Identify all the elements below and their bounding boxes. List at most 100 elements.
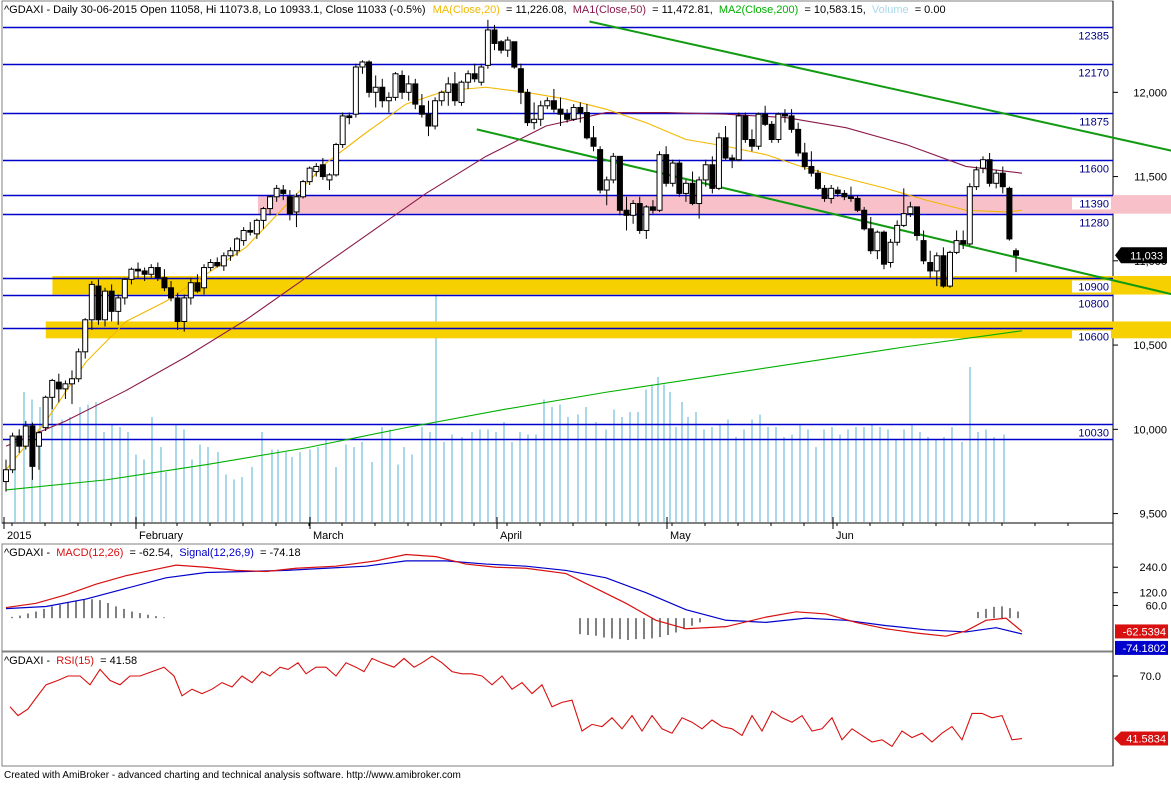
down-candle	[960, 240, 967, 245]
up-candle	[630, 203, 637, 216]
up-candle	[3, 469, 9, 483]
down-candle	[418, 105, 425, 115]
volume-bar	[87, 404, 89, 522]
volume-bar	[759, 414, 761, 522]
level-label: 12385	[1078, 31, 1109, 43]
volume-bar	[681, 402, 683, 522]
volume-bar	[775, 427, 777, 522]
down-candle	[451, 83, 458, 102]
up-candle	[240, 229, 247, 242]
down-candle	[379, 86, 386, 102]
volume-bar	[151, 417, 153, 522]
volume-bar	[687, 417, 689, 522]
volume-bar	[403, 447, 405, 522]
last-price-label: 11,033	[1130, 250, 1163, 262]
up-candle	[306, 167, 313, 183]
volume-bar	[863, 427, 865, 522]
header-ma20-value: = 11,226.08,	[506, 4, 567, 16]
level-label: 12170	[1078, 68, 1109, 80]
volume-bar	[577, 414, 579, 522]
level-label: 11600	[1079, 164, 1109, 176]
down-candle	[861, 209, 868, 230]
down-candle	[29, 425, 36, 467]
volume-bar	[855, 427, 857, 522]
up-candle	[907, 206, 914, 215]
macd-header-label: MACD(12,26)	[56, 547, 123, 559]
volume-bar	[977, 432, 979, 522]
volume-bar	[443, 442, 445, 522]
up-candle	[333, 144, 340, 176]
up-candle	[234, 238, 241, 252]
down-candle	[564, 113, 571, 120]
down-candle	[498, 41, 505, 51]
down-candle	[557, 108, 564, 115]
down-candle	[986, 159, 993, 184]
up-candle	[69, 378, 76, 385]
down-candle	[742, 115, 749, 140]
down-candle	[781, 113, 788, 117]
up-candle	[42, 396, 49, 429]
price-tick-label: 12,000	[1133, 87, 1167, 99]
down-candle	[795, 128, 802, 154]
up-candle	[372, 86, 379, 93]
down-candle	[194, 282, 201, 292]
level-label: 10600	[1078, 332, 1109, 344]
up-candle	[656, 154, 663, 211]
up-candle	[181, 297, 188, 322]
volume-bar	[335, 467, 337, 522]
volume-bar	[703, 429, 705, 522]
down-candle	[762, 113, 769, 125]
up-candle	[484, 29, 491, 66]
volume-bar	[651, 384, 653, 522]
volume-bar	[251, 467, 253, 522]
volume-bar	[389, 429, 391, 522]
level-label: 10900	[1078, 282, 1109, 294]
volume-bar	[815, 447, 817, 522]
volume-bar	[839, 434, 841, 522]
up-candle	[946, 251, 953, 287]
up-candle	[682, 182, 689, 194]
up-candle	[504, 39, 511, 51]
up-candle	[432, 100, 439, 127]
up-candle	[392, 73, 399, 98]
volume-bar	[381, 427, 383, 522]
level-label: 11280	[1079, 218, 1109, 230]
volume-bar	[191, 459, 193, 522]
down-candle	[854, 197, 861, 211]
volume-bar	[487, 429, 489, 522]
volume-bar	[397, 464, 399, 522]
up-candle	[115, 297, 122, 312]
down-candle	[425, 113, 432, 127]
volume-bar	[791, 434, 793, 522]
volume-bar	[543, 399, 545, 522]
volume-bar	[471, 432, 473, 522]
level-label: 10800	[1078, 299, 1109, 311]
macd-tick-label: 60.0	[1146, 600, 1167, 612]
up-candle	[715, 137, 722, 189]
up-candle	[953, 240, 960, 253]
rsi-header-value: = 41.58	[100, 655, 137, 667]
up-candle	[887, 241, 894, 263]
up-candle	[405, 83, 412, 93]
up-candle	[966, 186, 973, 245]
date-tick-label: February	[139, 530, 184, 542]
volume-bar	[675, 427, 677, 522]
volume-bar	[183, 429, 185, 522]
volume-bar	[225, 474, 227, 522]
volume-bar	[969, 367, 971, 522]
down-candle	[154, 267, 161, 279]
volume-bar	[961, 442, 963, 522]
volume-bar	[165, 472, 167, 522]
volume-bar	[695, 412, 697, 522]
down-candle	[247, 229, 254, 233]
volume-bar	[495, 432, 497, 522]
volume-bar	[103, 432, 105, 522]
header-volume-value: = 0.00	[915, 4, 946, 16]
up-candle	[121, 278, 128, 299]
up-candle	[735, 115, 742, 161]
down-candle	[286, 196, 293, 215]
down-candle	[847, 196, 854, 199]
date-tick-label: Jun	[836, 530, 854, 542]
down-candle	[834, 189, 841, 194]
up-candle	[300, 181, 307, 198]
